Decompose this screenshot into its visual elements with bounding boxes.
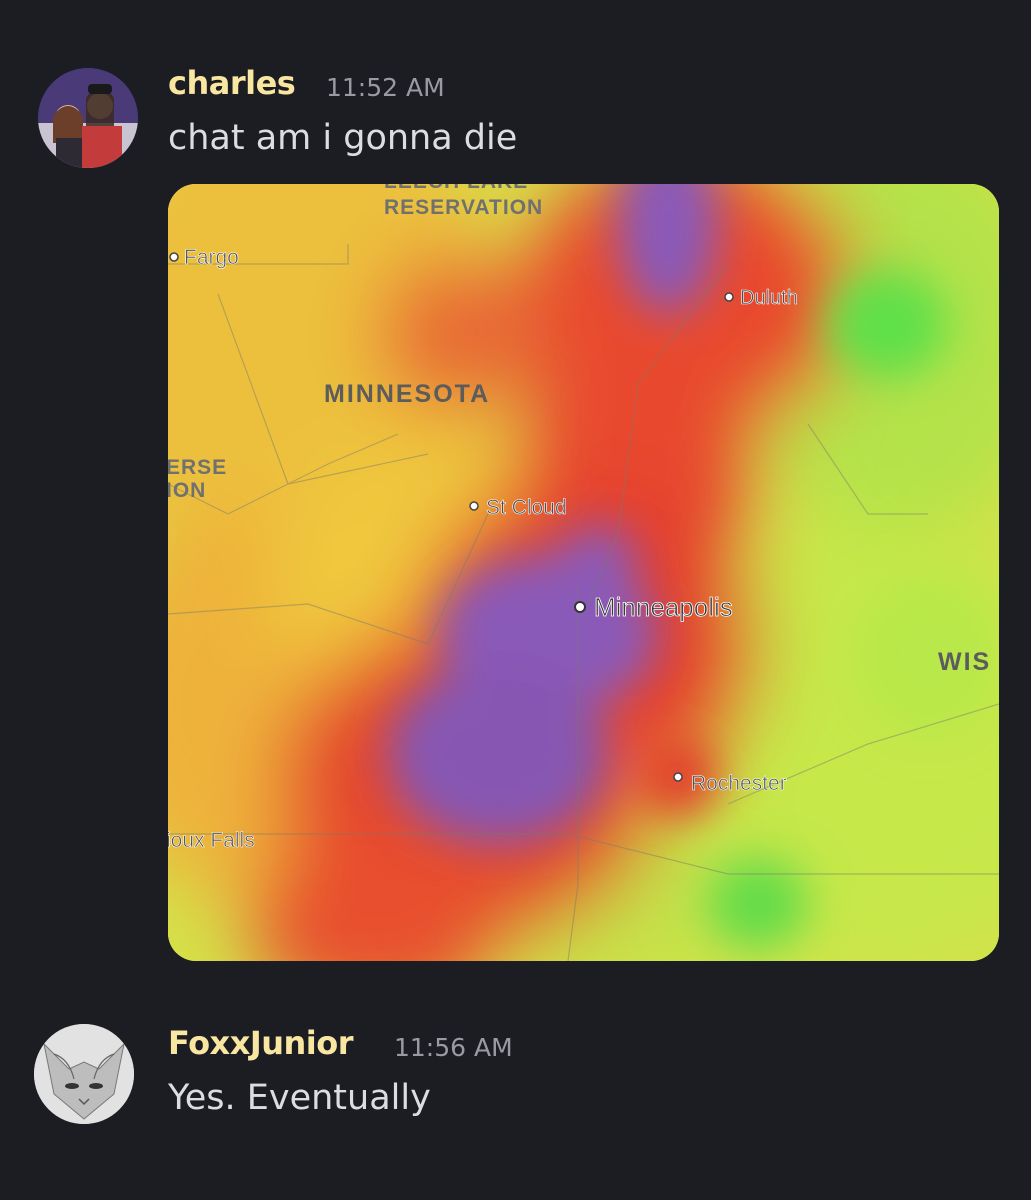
label-minneapolis: Minneapolis	[594, 592, 733, 622]
label-wisconsin: WIS	[938, 648, 991, 676]
label-traverse-1: ERSE	[168, 456, 227, 479]
message-text: chat am i gonna die	[168, 118, 518, 158]
avatar-image	[34, 1024, 134, 1124]
avatar-image	[38, 68, 138, 168]
timestamp: 11:52 AM	[326, 73, 445, 102]
label-leech-lake: LEECH LAKE	[384, 184, 528, 193]
avatar-foxxjunior[interactable]	[34, 1024, 134, 1124]
username[interactable]: charles	[168, 64, 296, 102]
avatar-charles[interactable]	[38, 68, 138, 168]
message-charles: charles 11:52 AM chat am i gonna die RES…	[0, 0, 1031, 980]
label-fargo: Fargo	[184, 246, 239, 269]
label-minnesota: MINNESOTA	[324, 380, 490, 408]
username[interactable]: FoxxJunior	[168, 1024, 354, 1062]
label-st-cloud: St Cloud	[486, 496, 567, 519]
label-sioux-falls: ioux Falls	[168, 829, 255, 852]
label-rochester: Rochester	[691, 772, 787, 795]
image-attachment[interactable]: LEECH LAKE RESERVATION MINNESOTA ERSE IO…	[168, 184, 999, 961]
label-traverse-2: ION	[168, 479, 206, 502]
timestamp: 11:56 AM	[394, 1033, 513, 1062]
message-foxxjunior: FoxxJunior 11:56 AM Yes. Eventually	[0, 980, 1031, 1200]
label-reservation: RESERVATION	[384, 196, 543, 219]
label-duluth: Duluth	[740, 287, 798, 309]
weather-heatmap: LEECH LAKE RESERVATION MINNESOTA ERSE IO…	[168, 184, 999, 961]
message-text: Yes. Eventually	[168, 1078, 431, 1118]
